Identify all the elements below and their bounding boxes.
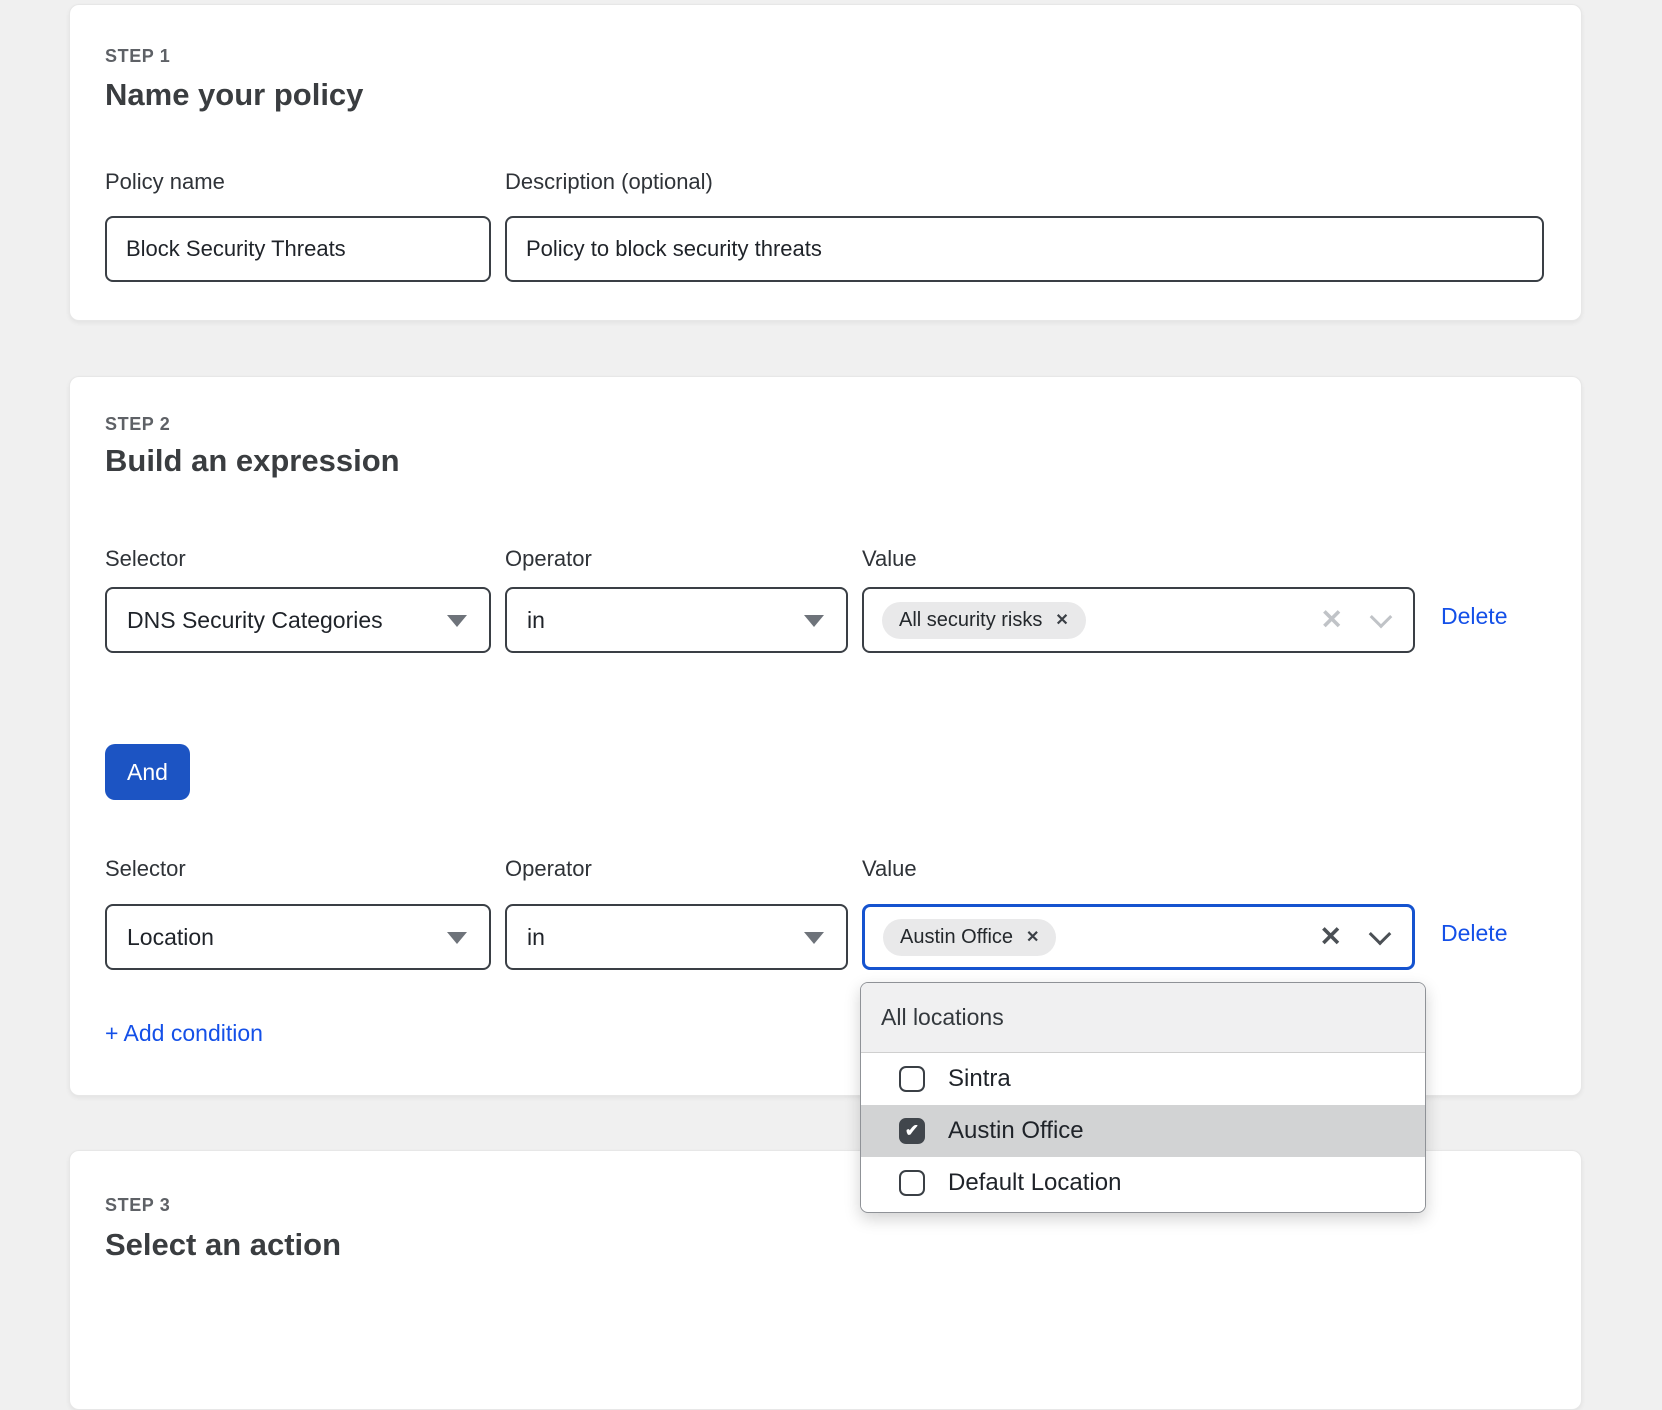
delete-condition-link[interactable]: Delete bbox=[1441, 920, 1507, 947]
clear-values-icon[interactable]: ✕ bbox=[1320, 607, 1343, 634]
selector-select[interactable]: DNS Security Categories bbox=[105, 587, 491, 653]
selector-column-label: Selector bbox=[105, 856, 186, 882]
step2-label: STEP 2 bbox=[105, 414, 170, 435]
clear-values-icon[interactable]: ✕ bbox=[1319, 924, 1342, 951]
value-column-label: Value bbox=[862, 856, 917, 882]
value-tag: Austin Office ✕ bbox=[883, 919, 1056, 956]
operator-select[interactable]: in bbox=[505, 904, 848, 970]
delete-condition-link[interactable]: Delete bbox=[1441, 603, 1507, 630]
step1-title: Name your policy bbox=[105, 77, 363, 113]
dropdown-option-austin-office[interactable]: ✔ Austin Office bbox=[861, 1105, 1425, 1157]
dropdown-group-header: All locations bbox=[861, 983, 1425, 1053]
value-multiselect[interactable]: All security risks ✕ ✕ bbox=[862, 587, 1415, 653]
description-input[interactable] bbox=[505, 216, 1544, 282]
step2-title: Build an expression bbox=[105, 443, 400, 479]
step1-label: STEP 1 bbox=[105, 46, 170, 67]
description-label: Description (optional) bbox=[505, 169, 713, 195]
value-multiselect[interactable]: Austin Office ✕ ✕ bbox=[862, 904, 1415, 970]
selector-select-value: Location bbox=[127, 924, 214, 951]
dropdown-option-label: Sintra bbox=[948, 1065, 1011, 1093]
value-column-label: Value bbox=[862, 546, 917, 572]
step1-card: STEP 1 Name your policy Policy name Desc… bbox=[69, 4, 1582, 321]
operator-column-label: Operator bbox=[505, 546, 592, 572]
dropdown-arrow-icon bbox=[447, 615, 467, 627]
value-tag-label: Austin Office bbox=[900, 926, 1013, 949]
policy-name-label: Policy name bbox=[105, 169, 225, 195]
chevron-down-icon[interactable] bbox=[1369, 923, 1392, 946]
step3-title: Select an action bbox=[105, 1227, 341, 1263]
dropdown-option-label: Default Location bbox=[948, 1169, 1121, 1197]
dropdown-arrow-icon bbox=[804, 932, 824, 944]
selector-column-label: Selector bbox=[105, 546, 186, 572]
policy-name-input[interactable] bbox=[105, 216, 491, 282]
chevron-down-icon[interactable] bbox=[1370, 606, 1393, 629]
checkbox-icon[interactable] bbox=[899, 1170, 925, 1196]
selector-select-value: DNS Security Categories bbox=[127, 607, 383, 634]
dropdown-option-label: Austin Office bbox=[948, 1117, 1084, 1145]
dropdown-arrow-icon bbox=[804, 615, 824, 627]
and-operator-button[interactable]: And bbox=[105, 744, 190, 800]
selector-select[interactable]: Location bbox=[105, 904, 491, 970]
value-dropdown-menu: All locations Sintra ✔ Austin Office Def… bbox=[860, 982, 1426, 1213]
value-tag-label: All security risks bbox=[899, 609, 1042, 632]
value-tag: All security risks ✕ bbox=[882, 602, 1086, 639]
operator-select[interactable]: in bbox=[505, 587, 848, 653]
add-condition-link[interactable]: + Add condition bbox=[105, 1020, 263, 1047]
checkbox-icon[interactable]: ✔ bbox=[899, 1118, 925, 1144]
operator-select-value: in bbox=[527, 924, 545, 951]
tag-remove-icon[interactable]: ✕ bbox=[1055, 610, 1068, 630]
tag-remove-icon[interactable]: ✕ bbox=[1026, 927, 1039, 947]
operator-select-value: in bbox=[527, 607, 545, 634]
dropdown-option-default-location[interactable]: Default Location bbox=[861, 1157, 1425, 1209]
checkbox-icon[interactable] bbox=[899, 1066, 925, 1092]
operator-column-label: Operator bbox=[505, 856, 592, 882]
step3-label: STEP 3 bbox=[105, 1195, 170, 1216]
dropdown-arrow-icon bbox=[447, 932, 467, 944]
dropdown-option-sintra[interactable]: Sintra bbox=[861, 1053, 1425, 1105]
